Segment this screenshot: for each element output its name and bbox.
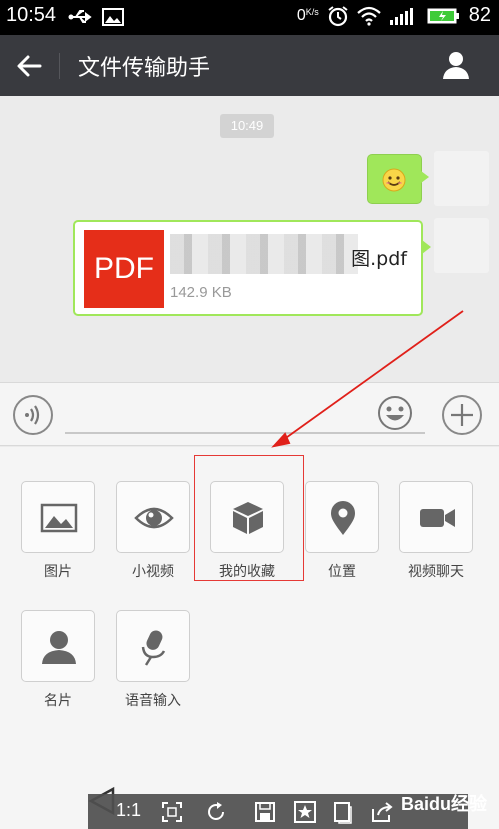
eye-icon [134, 507, 174, 529]
file-name: 图.pdf [351, 248, 407, 270]
panel-item-card[interactable]: 名片 [21, 610, 95, 710]
message-timestamp: 10:49 [220, 114, 274, 138]
microphone-icon [141, 630, 166, 666]
back-arrow-icon[interactable] [14, 51, 44, 81]
file-name-area: 图.pdf [170, 234, 415, 274]
alarm-icon [328, 5, 348, 26]
emoji-message-bubble[interactable] [367, 154, 429, 204]
share-icon[interactable] [370, 800, 394, 824]
panel-item-box[interactable] [116, 481, 190, 553]
panel-item-voice-input[interactable]: 语音输入 [116, 610, 190, 710]
watermark: Baidu经验 [400, 794, 487, 814]
panel-item-box[interactable] [21, 481, 95, 553]
location-pin-icon [331, 501, 355, 535]
message-input[interactable] [65, 432, 425, 434]
chat-area: 10:49 PDF 图.pdf 142.9 KB [0, 96, 499, 382]
panel-item-label: 视频聊天 [408, 564, 464, 580]
usb-icon [68, 10, 92, 23]
plus-icon [451, 404, 473, 426]
network-speed: 0K/s [296, 6, 319, 24]
video-camera-icon [420, 509, 455, 527]
signal-icon [389, 7, 413, 25]
save-icon[interactable] [253, 800, 277, 824]
title-bar: 文件传输助手 [0, 35, 499, 96]
status-right: 0K/s 82 [297, 4, 491, 27]
pdf-file-icon: PDF [84, 230, 164, 308]
voice-icon [25, 405, 40, 425]
panel-item-label: 名片 [44, 693, 72, 709]
network-unit: K/s [305, 6, 319, 17]
favorite-star-icon[interactable] [293, 800, 317, 824]
file-message-bubble[interactable]: PDF 图.pdf 142.9 KB [73, 220, 431, 316]
rotate-icon[interactable] [204, 800, 228, 824]
avatar[interactable] [434, 218, 489, 273]
avatar[interactable] [434, 151, 489, 206]
panel-item-location[interactable]: 位置 [305, 481, 379, 581]
status-bar: 10:54 0K/s 82 [0, 0, 499, 35]
panel-item-box[interactable] [305, 481, 379, 553]
input-bar [0, 382, 499, 446]
status-time: 10:54 [6, 4, 57, 26]
panel-item-label: 语音输入 [125, 693, 181, 709]
voice-toggle-button[interactable] [13, 395, 53, 435]
image-notification-icon [102, 8, 124, 26]
highlight-box [194, 455, 304, 581]
more-options-button[interactable] [442, 395, 482, 435]
blurred-file-name [170, 234, 358, 274]
panel-item-label: 小视频 [132, 564, 174, 580]
panel-item-label: 图片 [44, 564, 72, 580]
emoji-button-icon[interactable] [377, 395, 413, 431]
fit-screen-icon[interactable] [160, 800, 184, 824]
copy-icon[interactable] [331, 800, 355, 824]
wifi-icon [357, 6, 381, 26]
panel-item-label: 位置 [328, 564, 356, 580]
panel-item-box[interactable] [116, 610, 190, 682]
file-size: 142.9 KB [170, 284, 232, 301]
panel-item-image[interactable]: 图片 [21, 481, 95, 581]
title-divider [59, 53, 60, 79]
panel-item-video[interactable]: 小视频 [116, 481, 190, 581]
person-icon[interactable] [441, 50, 471, 80]
page-title: 文件传输助手 [78, 56, 211, 81]
smiley-emoji-icon [382, 168, 406, 192]
panel-item-box[interactable] [21, 610, 95, 682]
battery-icon [427, 8, 459, 23]
panel-item-video-chat[interactable]: 视频聊天 [399, 481, 473, 581]
image-icon [40, 503, 78, 533]
battery-level: 82 [468, 4, 491, 26]
panel-item-box[interactable] [399, 481, 473, 553]
person-card-icon [42, 631, 76, 664]
zoom-label[interactable]: 1:1 [116, 800, 141, 824]
